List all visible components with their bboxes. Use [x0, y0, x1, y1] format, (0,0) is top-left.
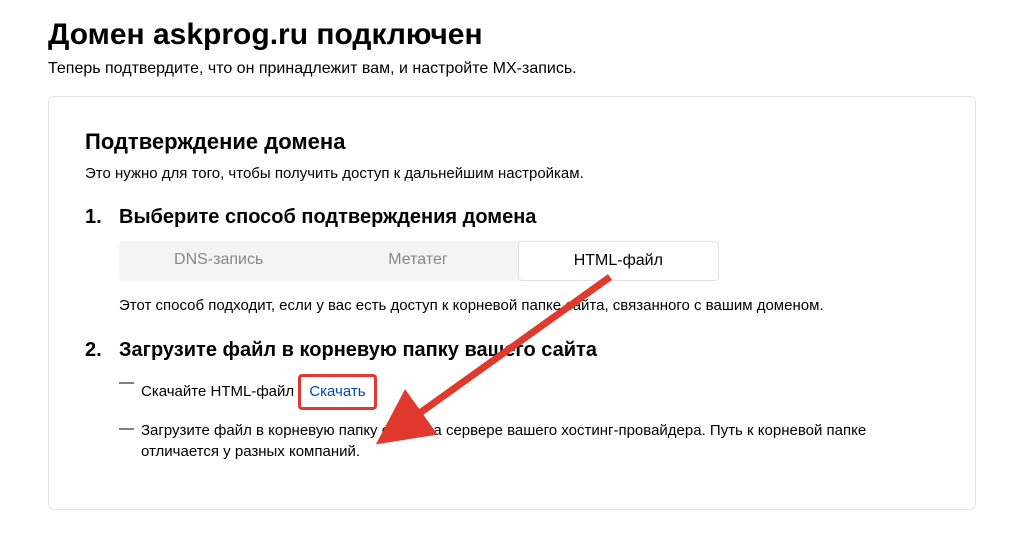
step-2-number: 2. — [85, 339, 119, 473]
download-link[interactable]: Скачать — [309, 383, 365, 400]
verification-card: Подтверждение домена Это нужно для того,… — [48, 96, 976, 510]
card-title: Подтверждение домена — [85, 129, 939, 155]
page-title: Домен askprog.ru подключен — [48, 18, 976, 52]
upload-instruction-text: Загрузите файл в корневую папку сайта на… — [141, 420, 939, 464]
step-1-title: Выберите способ подтверждения домена — [119, 206, 939, 229]
dash-icon: — — [119, 374, 141, 410]
step-2-bullet-1: — Скачайте HTML-файл Скачать — [119, 374, 939, 410]
download-file-label: Скачайте HTML-файл — [141, 383, 294, 400]
dash-icon: — — [119, 420, 141, 464]
verification-method-tabs: DNS-запись Метатег HTML-файл — [119, 241, 719, 281]
step-2-bullet-2: — Загрузите файл в корневую папку сайта … — [119, 420, 939, 464]
step-2: 2. Загрузите файл в корневую папку вашег… — [85, 339, 939, 473]
tab-html-file[interactable]: HTML-файл — [518, 241, 719, 281]
step-1-number: 1. — [85, 206, 119, 327]
download-link-highlight: Скачать — [298, 374, 376, 410]
step-1-note: Этот способ подходит, если у вас есть до… — [119, 295, 939, 317]
step-2-title: Загрузите файл в корневую папку вашего с… — [119, 339, 939, 362]
step-1: 1. Выберите способ подтверждения домена … — [85, 206, 939, 327]
tab-metatag[interactable]: Метатег — [318, 241, 517, 281]
page-subtitle: Теперь подтвердите, что он принадлежит в… — [48, 60, 976, 78]
card-description: Это нужно для того, чтобы получить досту… — [85, 165, 939, 182]
tab-dns[interactable]: DNS-запись — [119, 241, 318, 281]
